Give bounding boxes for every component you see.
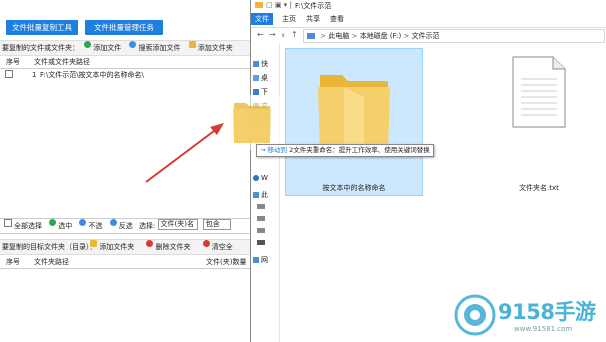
nav-desktop[interactable]: 桌 — [253, 72, 277, 84]
select-match-dropdown[interactable]: 包含 — [202, 219, 231, 230]
network-icon — [253, 257, 259, 263]
folder-name: 按文本中的名称命名 — [322, 184, 386, 192]
desktop-icon — [253, 75, 259, 81]
drive-icon[interactable] — [257, 240, 265, 245]
breadcrumb-drive[interactable]: 本地磁盘 (F:) — [360, 32, 402, 40]
explorer-titlebar: ▢ ▣ ▾ | F:\文件示范 — [251, 0, 606, 12]
pc-icon — [253, 192, 259, 198]
watermark-brand: 9158手游 — [498, 300, 596, 324]
col-count: 文件(夹)数量 — [206, 258, 247, 266]
site-watermark: 9158手游 www.91581.com — [452, 290, 606, 342]
forward-arrow-icon[interactable]: → — [269, 30, 276, 39]
check-icon — [49, 219, 57, 226]
menu-file[interactable]: 文件 — [251, 13, 273, 25]
quick-access-toolbar-icon[interactable]: ▢ ▣ ▾ | — [266, 1, 292, 9]
drag-ghost — [222, 95, 280, 150]
clear-icon — [202, 240, 210, 247]
menu-view[interactable]: 查看 — [327, 13, 347, 25]
drag-tooltip: → 移动到 2文件夹重命名：提升工作效率、使用关键词替换 — [256, 144, 434, 157]
chevron-down-icon[interactable]: ∨ — [281, 32, 285, 39]
address-bar[interactable]: > 此电脑 > 本地磁盘 (F:) > 文件示范 — [303, 29, 605, 43]
select-type-dropdown[interactable]: 文件(夹)名 — [157, 219, 198, 230]
annotation-arrow — [145, 123, 224, 183]
folder-icon — [255, 2, 263, 8]
target-toolbar: 要复制的目标文件夹（目录）： 添加文件夹 删除文件夹 清空全 — [0, 239, 250, 255]
source-table-header: 序号 文件或文件夹路径 — [0, 57, 250, 69]
select-all-checkbox[interactable]: 全部选择 — [4, 219, 42, 233]
clear-all-button[interactable]: 清空全 — [202, 240, 233, 254]
file-item[interactable]: 文件夹名.txt — [489, 55, 589, 195]
batch-copy-tool-button[interactable]: 文件批量复制工具 — [6, 20, 78, 35]
select-button[interactable]: 选中 — [49, 219, 72, 233]
folder-icon — [233, 103, 271, 143]
drive-icon[interactable] — [257, 228, 265, 233]
delete-icon — [146, 240, 154, 247]
search-icon — [129, 41, 137, 48]
add-file-button[interactable]: 添加文件 — [84, 41, 121, 55]
drive-icon[interactable] — [257, 204, 265, 209]
selection-toolbar: 全部选择 选中 不选 反选 选择: 文件(夹)名 包含 — [0, 218, 250, 234]
nav-this-pc[interactable]: 此 — [253, 189, 277, 201]
cloud-icon — [253, 175, 259, 181]
up-arrow-icon[interactable]: ↑ — [291, 30, 298, 39]
back-arrow-icon[interactable]: ← — [257, 30, 264, 39]
delete-folder-button[interactable]: 删除文件夹 — [146, 240, 190, 254]
add-target-folder-button[interactable]: 添加文件夹 — [90, 240, 134, 254]
explorer-title: F:\文件示范 — [295, 2, 332, 10]
invert-button[interactable]: 反选 — [109, 219, 133, 233]
nav-wps[interactable]: W — [253, 172, 277, 184]
uncheck-icon — [79, 219, 87, 226]
select-label: 选择: — [138, 222, 156, 230]
nav-quick-access[interactable]: 快 — [253, 58, 277, 70]
source-label: 要复制的文件或文件夹： — [2, 44, 79, 52]
add-folder-button[interactable]: 添加文件夹 — [188, 41, 233, 55]
breadcrumb-pc[interactable]: 此电脑 — [328, 32, 349, 40]
add-icon — [84, 41, 92, 48]
col-path: 文件或文件夹路径 — [34, 58, 90, 66]
star-icon — [253, 61, 259, 67]
breadcrumb-folder[interactable]: 文件示范 — [412, 32, 440, 40]
batch-task-manager-button[interactable]: 文件批量管理任务 — [85, 20, 163, 35]
col-index: 序号 — [6, 58, 20, 66]
watermark-domain: www.91581.com — [514, 325, 573, 333]
target-label: 要复制的目标文件夹（目录）： — [2, 243, 97, 251]
invert-icon — [109, 219, 117, 226]
window-title-fragment — [175, 0, 235, 8]
game-controller-logo-icon — [454, 294, 496, 336]
folder-add-icon — [188, 41, 196, 48]
folder-add-icon — [90, 240, 98, 247]
row-path: F:\文件示范\按文本中的名称命名\ — [40, 71, 144, 79]
target-table-header: 序号 文件夹路径 文件(夹)数量 — [0, 257, 250, 269]
menu-share[interactable]: 共享 — [303, 13, 323, 25]
search-add-file-button[interactable]: 搜索添加文件 — [129, 41, 180, 55]
deselect-button[interactable]: 不选 — [79, 219, 102, 233]
pc-icon — [307, 33, 315, 39]
col-folder-path: 文件夹路径 — [34, 258, 69, 266]
row-index: 1 — [32, 71, 37, 79]
drive-icon[interactable] — [257, 216, 265, 221]
col-index: 序号 — [6, 258, 20, 266]
source-toolbar: 要复制的文件或文件夹： 添加文件 搜索添加文件 添加文件夹 — [0, 40, 250, 56]
folder-item-selected[interactable]: 按文本中的名称命名 — [285, 48, 423, 196]
row-checkbox[interactable] — [5, 70, 13, 78]
move-to-target: 2文件夹重命名：提升工作效率、使用关键词替换 — [289, 146, 430, 154]
menu-home[interactable]: 主页 — [279, 13, 299, 25]
nav-network[interactable]: 网 — [253, 254, 277, 266]
text-file-icon — [512, 56, 566, 128]
table-row[interactable]: 1 F:\文件示范\按文本中的名称命名\ — [0, 69, 250, 81]
nav-pane: 快 桌 下 文 图 W 此 网 — [251, 44, 280, 342]
move-to-label: → 移动到 — [260, 146, 288, 154]
file-name: 文件夹名.txt — [519, 184, 559, 192]
